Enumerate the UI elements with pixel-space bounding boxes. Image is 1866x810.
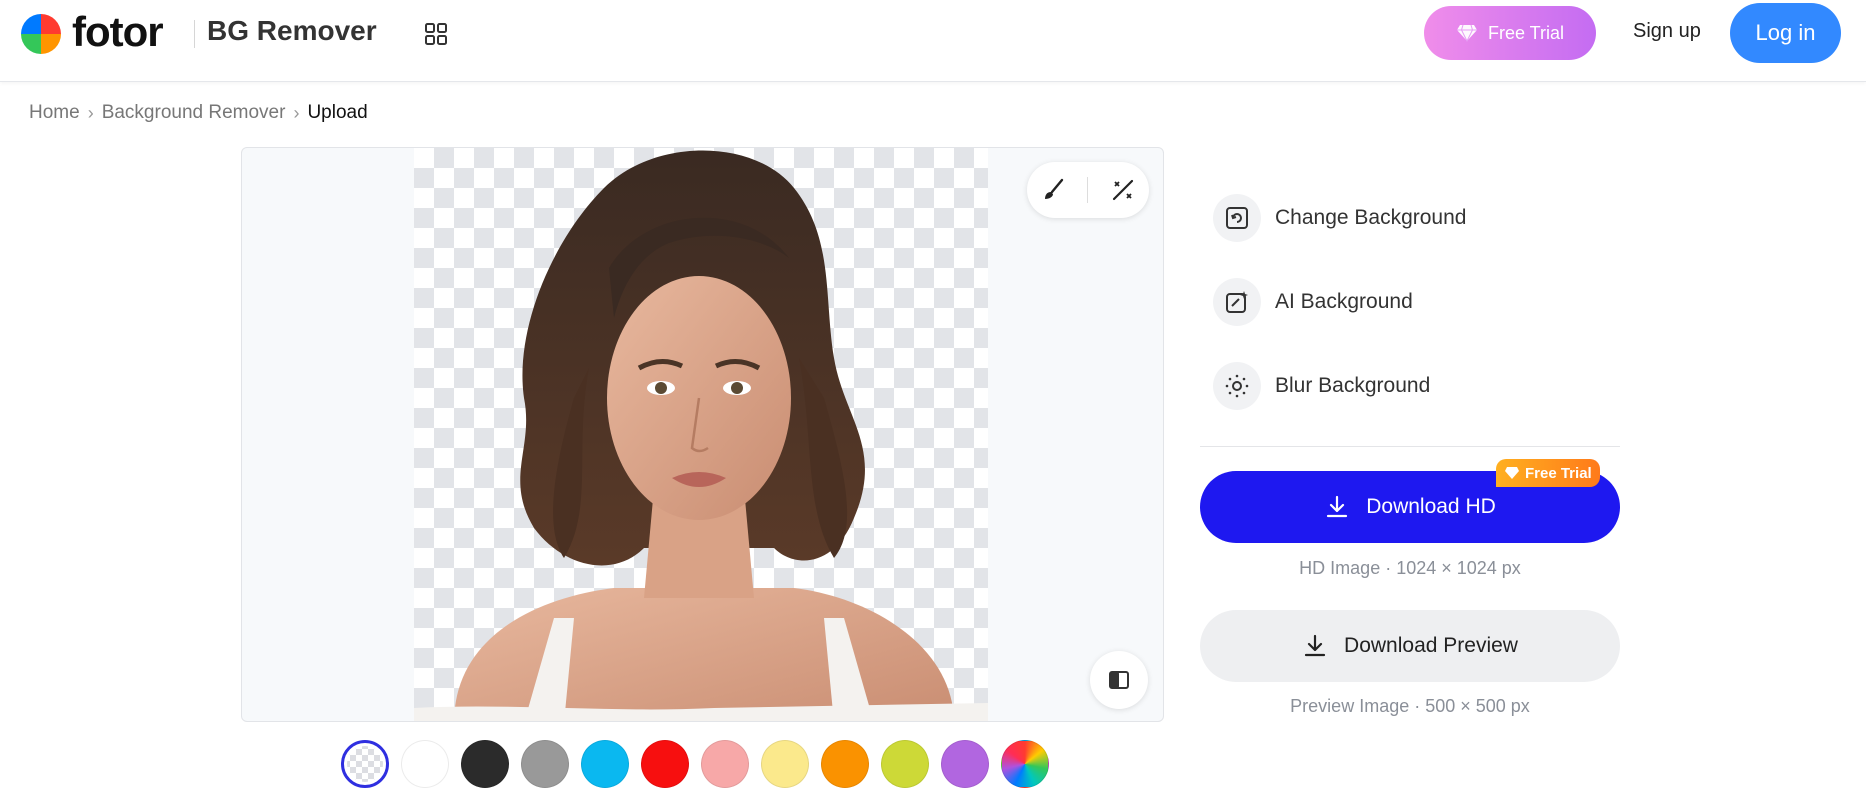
breadcrumb-upload: Upload	[307, 102, 368, 123]
swatch-white[interactable]	[401, 740, 449, 788]
ai-background-option[interactable]: AI Background	[1213, 278, 1413, 326]
preview-image-caption: Preview Image · 500 × 500 px	[1290, 696, 1530, 716]
swatch-custom-color[interactable]	[1001, 740, 1049, 788]
blur-background-label: Blur Background	[1275, 374, 1431, 397]
apps-grid-icon[interactable]	[424, 22, 448, 46]
logo-text[interactable]: fotor	[72, 8, 164, 56]
tool-separator	[1087, 177, 1089, 203]
hd-image-caption: HD Image · 1024 × 1024 px	[1299, 558, 1521, 578]
top-header: fotor BG Remover Free Trial Sign up Log …	[0, 0, 1866, 82]
brush-icon	[1045, 178, 1064, 199]
sign-up-link[interactable]: Sign up	[1633, 20, 1701, 43]
free-trial-badge: Free Trial	[1496, 459, 1600, 487]
download-hd-label: Download HD	[1366, 495, 1496, 518]
breadcrumb-separator: ›	[293, 102, 300, 123]
edit-tools	[1027, 162, 1149, 218]
cutout-portrait-image	[414, 150, 988, 721]
log-in-button[interactable]: Log in	[1730, 3, 1841, 63]
swatch-blue[interactable]	[581, 740, 629, 788]
diamond-icon	[1456, 24, 1477, 42]
compare-button[interactable]	[1090, 651, 1148, 709]
download-icon	[1327, 495, 1348, 518]
swatch-lime[interactable]	[881, 740, 929, 788]
swatch-gray[interactable]	[521, 740, 569, 788]
change-background-option[interactable]: Change Background	[1213, 194, 1466, 242]
swatch-black[interactable]	[461, 740, 509, 788]
magic-wand-button[interactable]	[1105, 172, 1141, 208]
breadcrumb-home[interactable]: Home	[29, 102, 80, 124]
panel-divider	[1200, 446, 1620, 447]
blur-background-option[interactable]: Blur Background	[1213, 362, 1430, 410]
header-divider	[194, 20, 195, 48]
swatch-transparent[interactable]	[341, 740, 389, 788]
change-background-label: Change Background	[1275, 206, 1467, 229]
diamond-icon	[1505, 467, 1519, 479]
breadcrumb-background-remover[interactable]: Background Remover	[102, 102, 286, 124]
product-name: BG Remover	[207, 15, 377, 46]
fotor-logo-icon[interactable]	[21, 14, 61, 54]
free-trial-button[interactable]: Free Trial	[1424, 6, 1596, 60]
free-trial-label: Free Trial	[1487, 22, 1565, 43]
breadcrumb: Home › Background Remover › Upload	[29, 102, 368, 124]
ai-background-label: AI Background	[1275, 290, 1413, 313]
brush-button[interactable]	[1035, 172, 1071, 208]
swatch-purple[interactable]	[941, 740, 989, 788]
image-canvas[interactable]	[241, 147, 1164, 722]
blur-background-icon	[1213, 362, 1261, 410]
swatch-orange[interactable]	[821, 740, 869, 788]
background-color-swatches	[341, 740, 1049, 788]
ai-background-icon	[1213, 278, 1261, 326]
download-preview-label: Download Preview	[1344, 634, 1518, 657]
download-icon	[1304, 634, 1326, 657]
change-background-icon	[1213, 194, 1261, 242]
breadcrumb-separator: ›	[87, 102, 94, 123]
free-trial-badge-label: Free Trial	[1525, 464, 1592, 482]
download-preview-button[interactable]: Download Preview	[1200, 610, 1620, 682]
swatch-red[interactable]	[641, 740, 689, 788]
swatch-pink[interactable]	[701, 740, 749, 788]
swatch-yellow[interactable]	[761, 740, 809, 788]
magic-wand-icon	[1112, 179, 1133, 201]
compare-icon	[1109, 671, 1129, 689]
